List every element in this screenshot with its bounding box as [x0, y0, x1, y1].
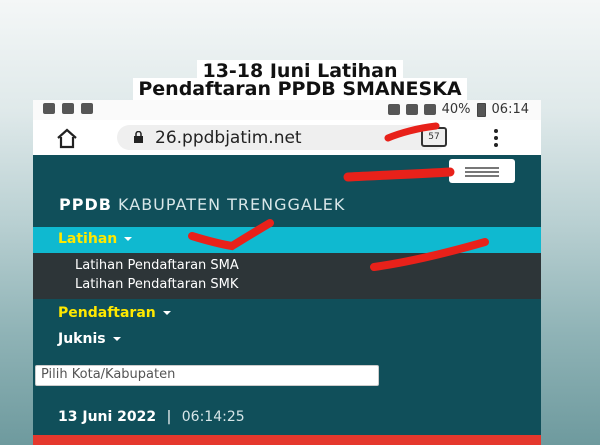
- address-bar[interactable]: 26.ppdbjatim.net: [117, 125, 447, 150]
- date-separator: |: [166, 409, 172, 425]
- menu-item-juknis[interactable]: Juknis: [58, 331, 121, 347]
- current-date: 13 Juni 2022: [58, 409, 157, 425]
- latihan-dropdown: Latihan Pendaftaran SMA Latihan Pendafta…: [33, 253, 541, 299]
- caret-down-icon: [124, 237, 133, 241]
- alert-bar: [33, 435, 541, 445]
- site-header: PPDB KABUPATEN TRENGGALEK Latihan Latiha…: [33, 155, 541, 445]
- caret-down-icon: [162, 311, 171, 315]
- hamburger-menu-button[interactable]: [449, 159, 515, 183]
- brand-rest: KABUPATEN TRENGGALEK: [118, 195, 346, 214]
- caret-down-icon: [112, 337, 121, 341]
- dropdown-item-sma[interactable]: Latihan Pendaftaran SMA: [75, 258, 239, 273]
- tabs-count-icon[interactable]: 57: [421, 127, 447, 147]
- status-time: 06:14: [491, 102, 529, 117]
- browser-toolbar: 26.ppdbjatim.net 57: [33, 120, 541, 155]
- url-text: 26.ppdbjatim.net: [155, 128, 302, 148]
- status-right: 40% 06:14: [387, 102, 529, 117]
- notification-icons: [43, 103, 93, 114]
- message-icon: [62, 103, 74, 114]
- wifi-icon: [405, 104, 418, 115]
- site-brand[interactable]: PPDB KABUPATEN TRENGGALEK: [59, 195, 345, 214]
- current-time: 06:14:25: [181, 409, 245, 425]
- lock-icon: [134, 131, 143, 143]
- menu-juknis-label: Juknis: [58, 331, 106, 347]
- menu-item-pendaftaran[interactable]: Pendaftaran: [58, 305, 171, 321]
- kota-select[interactable]: Pilih Kota/Kabupaten: [35, 365, 379, 386]
- date-time-bar: 13 Juni 2022 | 06:14:25: [58, 409, 245, 425]
- status-bar: 40% 06:14: [33, 100, 541, 120]
- alarm-clock-icon: [387, 104, 400, 115]
- signal-icon: [423, 104, 436, 115]
- home-icon[interactable]: [55, 127, 79, 149]
- alarm-icon: [81, 103, 93, 114]
- dropdown-item-smk[interactable]: Latihan Pendaftaran SMK: [75, 277, 238, 292]
- kota-select-placeholder: Pilih Kota/Kabupaten: [41, 367, 176, 382]
- caption-line-2: Pendaftaran PPDB SMANESKA: [0, 78, 600, 100]
- menu-item-latihan[interactable]: Latihan: [33, 227, 541, 253]
- overflow-menu-icon[interactable]: [493, 128, 499, 148]
- cloud-icon: [43, 103, 55, 114]
- battery-percent: 40%: [441, 102, 471, 117]
- phone-screen: 40% 06:14 26.ppdbjatim.net 57 PPDB KABUP…: [33, 100, 541, 445]
- menu-latihan-label: Latihan: [58, 231, 118, 247]
- battery-icon: [476, 102, 486, 117]
- brand-bold: PPDB: [59, 195, 112, 214]
- menu-pendaftaran-label: Pendaftaran: [58, 305, 156, 321]
